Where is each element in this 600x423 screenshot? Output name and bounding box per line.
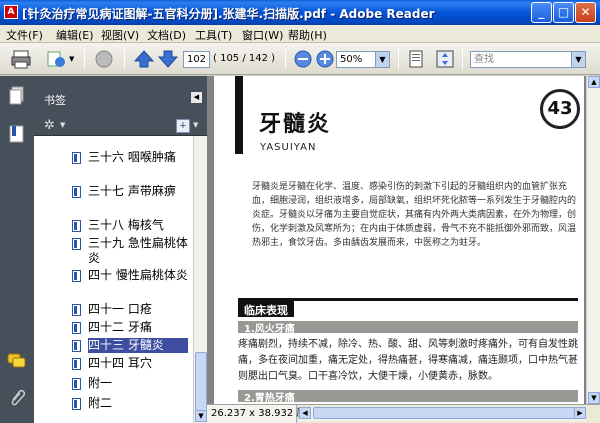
subsection-title: 1.风火牙痛 (244, 324, 295, 335)
zoom-value: 50% (340, 54, 363, 65)
subsection-header: 1.风火牙痛 (238, 321, 578, 335)
intro-paragraph: 牙髓炎是牙髓在化学、温度、感染引伤的刺激下引起的牙髓组织内的血管扩张充血，细胞浸… (252, 182, 577, 248)
scroll-down-icon[interactable]: ▼ (588, 392, 600, 404)
section-title: 临床表现 (238, 301, 294, 317)
attachment-icon[interactable] (7, 386, 27, 406)
menu-edit[interactable]: 编辑(E) (56, 27, 94, 43)
bookmarks-list: 三十六 咽喉肿痛 三十七 声带麻痹 三十八 梅核气 三十九 急性扁桃体炎 四十 … (34, 136, 193, 423)
bookmark-icon (72, 270, 81, 282)
document-horizontal-scrollbar[interactable]: ◀ ▶ (299, 407, 586, 421)
adobe-reader-icon: A (4, 5, 18, 19)
title-bar: A [针灸治疗常见病证图解-五官科分册].张建华.扫描版.pdf - Adobe… (0, 0, 600, 25)
bookmark-icon (72, 220, 81, 232)
bookmark-icon (72, 238, 81, 250)
gear-icon[interactable]: ✲ (44, 118, 55, 133)
bookmarks-scrollbar[interactable]: ▼ (193, 136, 207, 423)
bookmark-icon (72, 340, 81, 352)
comments-icon[interactable] (7, 351, 27, 371)
bookmark-icon (72, 304, 81, 316)
bookmarks-toolbar: ✲ ▼ ＋ ▼ (34, 116, 207, 136)
bookmarks-icon[interactable] (7, 124, 27, 144)
document-vertical-scrollbar[interactable]: ▲ ▼ (586, 76, 600, 404)
share-dropdown-icon[interactable]: ▼ (69, 55, 74, 77)
pages-icon[interactable] (7, 86, 27, 106)
window-title: [针灸治疗常见病证图解-五官科分册].张建华.扫描版.pdf - Adobe R… (22, 7, 435, 21)
search-placeholder: 查找 (474, 54, 494, 65)
scrollbar-thumb[interactable] (195, 352, 207, 412)
bookmarks-panel: 书签 ◀ ✲ ▼ ＋ ▼ 三十六 咽喉肿痛 三十七 声带麻痹 三十八 梅核气 三… (34, 76, 207, 423)
minimize-button[interactable]: _ (531, 2, 552, 23)
bookmark-icon (72, 152, 81, 164)
page-number-input[interactable]: 102 (183, 51, 210, 68)
collapse-panel-icon[interactable]: ◀ (191, 92, 202, 103)
share-icon[interactable] (45, 48, 67, 70)
menu-window[interactable]: 窗口(W) (242, 27, 283, 43)
chapter-decoration (235, 76, 243, 154)
chapter-subtitle: YASUIYAN (260, 142, 317, 153)
next-page-icon[interactable] (157, 48, 179, 70)
chevron-down-icon[interactable]: ▼ (193, 121, 198, 129)
fit-page-icon[interactable] (434, 48, 456, 70)
body-paragraph: 疼痛剧烈，持续不减，除冷、热、酸、甜、风等刺激时疼痛外，可有自发性跳痛，多在夜间… (238, 339, 578, 382)
scroll-left-icon[interactable]: ◀ (299, 407, 311, 419)
page-size: 26.237 x 38.932 厘米 (207, 405, 316, 423)
bookmark-icon (72, 398, 81, 410)
menu-help[interactable]: 帮助(H) (288, 27, 327, 43)
scroll-right-icon[interactable]: ▶ (574, 407, 586, 419)
scrollbar-thumb[interactable] (313, 407, 575, 419)
bookmark-icon (72, 358, 81, 370)
subsection-header: 2.胃热牙痛 (238, 390, 578, 404)
bookmark-icon (72, 322, 81, 334)
menu-document[interactable]: 文档(D) (147, 27, 186, 43)
close-button[interactable]: ✕ (575, 2, 596, 23)
previous-page-icon[interactable] (133, 48, 155, 70)
maximize-button[interactable]: □ (553, 2, 574, 23)
zoom-select[interactable]: 50% ▼ (336, 51, 390, 68)
chapter-title: 牙髓炎 (259, 111, 332, 137)
chapter-number: 43 (540, 89, 580, 129)
menu-bar: 文件(F) 编辑(E) 视图(V) 文档(D) 工具(T) 窗口(W) 帮助(H… (0, 25, 600, 43)
zoom-in-icon[interactable] (314, 48, 336, 70)
menu-file[interactable]: 文件(F) (6, 27, 43, 43)
navigation-pane (0, 76, 34, 423)
toolbar: ▼ 102 ( 105 / 142 ) 50% ▼ 查找 ▼ (0, 43, 600, 75)
bookmark-icon (72, 378, 81, 390)
subsection-title: 2.胃热牙痛 (244, 393, 295, 404)
page-count: ( 105 / 142 ) (213, 53, 276, 64)
menu-tools[interactable]: 工具(T) (195, 27, 232, 43)
single-page-icon[interactable] (405, 48, 427, 70)
status-bar: 26.237 x 38.932 厘米 ◀ ▶ (207, 404, 600, 423)
search-input[interactable]: 查找 ▼ (470, 51, 586, 68)
zoom-out-icon[interactable] (292, 48, 314, 70)
bookmark-icon (72, 186, 81, 198)
menu-view[interactable]: 视图(V) (101, 27, 139, 43)
bookmarks-header: 书签 ◀ (34, 76, 207, 116)
bookmarks-title: 书签 (44, 94, 66, 107)
new-bookmark-icon[interactable]: ＋ (176, 119, 190, 133)
document-area: 牙髓炎 YASUIYAN 43 牙髓炎是牙髓在化学、温度、感染引伤的刺激下引起的… (207, 76, 600, 423)
scroll-down-icon[interactable]: ▼ (195, 410, 207, 422)
pdf-page: 牙髓炎 YASUIYAN 43 牙髓炎是牙髓在化学、温度、感染引伤的刺激下引起的… (214, 76, 584, 404)
chevron-down-icon[interactable]: ▼ (60, 121, 65, 129)
chevron-down-icon: ▼ (571, 52, 585, 67)
scroll-up-icon[interactable]: ▲ (588, 76, 600, 88)
chevron-down-icon: ▼ (375, 52, 389, 67)
hand-tool-icon[interactable] (93, 48, 115, 70)
section-header: 临床表现 (238, 298, 578, 317)
print-icon[interactable] (10, 48, 32, 70)
